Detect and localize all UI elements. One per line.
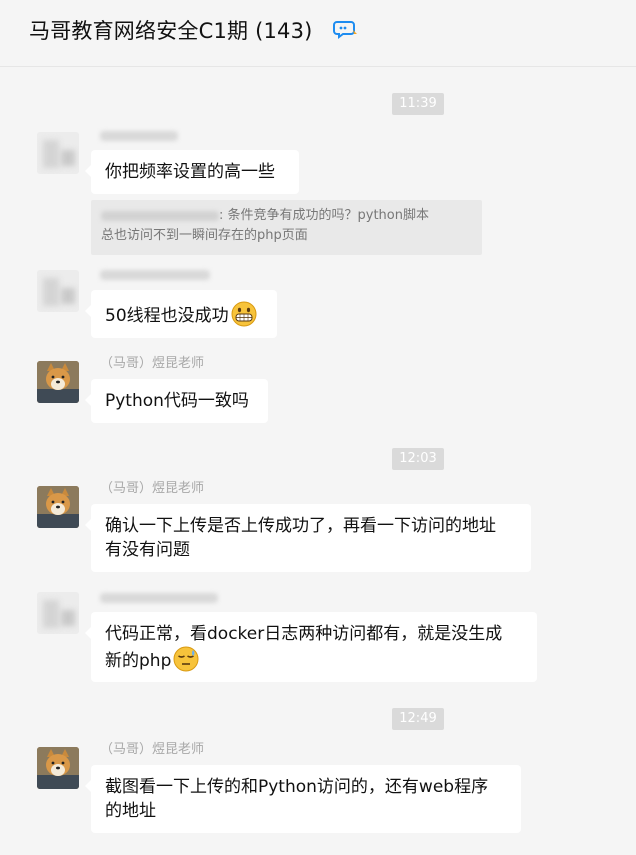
shiba-avatar[interactable] (37, 486, 79, 528)
message-bubble[interactable]: 你把频率设置的高一些 (85, 150, 299, 194)
message-bubble[interactable]: 截图看一下上传的和Python访问的，还有web程序 的地址 (85, 765, 521, 833)
message-text: 截图看一下上传的和Python访问的，还有web程序 (105, 777, 489, 797)
quote-text: : 条件竞争有成功的吗？python脚本 (219, 208, 429, 223)
quoted-sender (101, 210, 219, 221)
message-text: 的地址 (105, 801, 156, 821)
message-text: 代码正常，看docker日志两种访问都有，就是没生成 (105, 624, 503, 644)
chat-bubbles-icon[interactable] (333, 16, 359, 42)
timestamp: 11:39 (392, 93, 444, 115)
sender-name: （马哥）煜昆老师 (100, 742, 205, 757)
avatar[interactable] (37, 132, 79, 174)
shiba-avatar[interactable] (37, 361, 79, 403)
avatar[interactable] (37, 270, 79, 312)
message-text: Python代码一致吗 (105, 391, 249, 411)
timestamp: 12:03 (392, 448, 444, 470)
message-text: 确认一下上传是否上传成功了，再看一下访问的地址 (105, 516, 496, 536)
quoted-message[interactable]: : 条件竞争有成功的吗？python脚本 总也访问不到一瞬间存在的php页面 (91, 200, 482, 255)
sender-name: （马哥）煜昆老师 (100, 481, 205, 496)
message-bubble[interactable]: Python代码一致吗 (85, 379, 268, 423)
sender-name (100, 270, 210, 280)
message-bubble[interactable]: 50线程也没成功 (85, 290, 277, 338)
message-text: 有没有问题 (105, 540, 190, 560)
sender-name (100, 593, 218, 603)
grinning-face-icon (231, 301, 257, 327)
message-text: 你把频率设置的高一些 (105, 162, 275, 182)
timestamp: 12:49 (392, 708, 444, 730)
chat-header: 马哥教育网络安全C1期 (143) (0, 0, 636, 67)
message-text: 新的php (105, 651, 172, 671)
quote-text: 总也访问不到一瞬间存在的php页面 (101, 228, 308, 243)
message-bubble[interactable]: 确认一下上传是否上传成功了，再看一下访问的地址 有没有问题 (85, 504, 531, 572)
sender-name (100, 131, 178, 141)
avatar[interactable] (37, 592, 79, 634)
chat-title[interactable]: 马哥教育网络安全C1期 (143) (29, 15, 313, 45)
sender-name: （马哥）煜昆老师 (100, 356, 205, 371)
message-text: 50线程也没成功 (105, 306, 229, 326)
shiba-avatar[interactable] (37, 747, 79, 789)
sleepy-face-icon (173, 646, 199, 672)
message-bubble[interactable]: 代码正常，看docker日志两种访问都有，就是没生成 新的php (85, 612, 537, 682)
